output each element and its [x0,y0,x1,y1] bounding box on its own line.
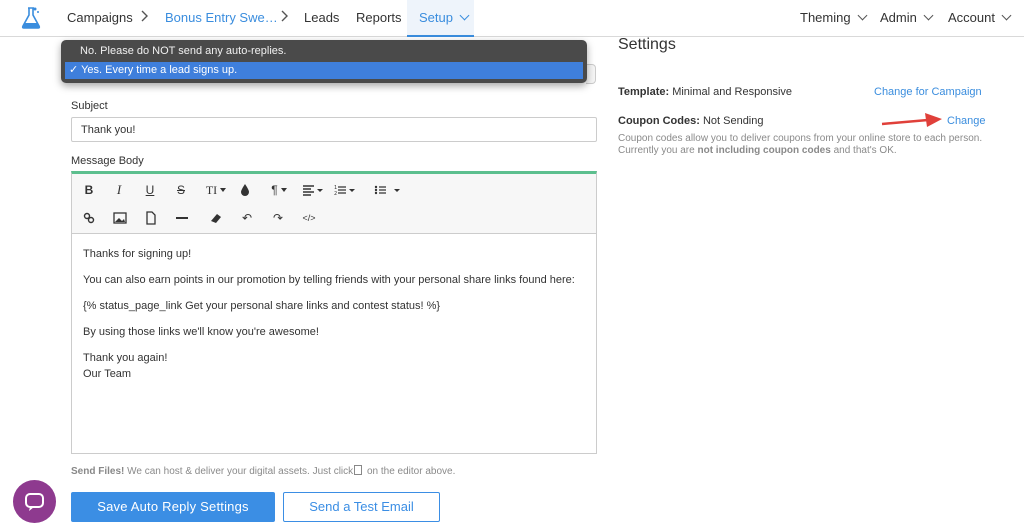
file-icon [354,465,363,475]
nav-theming[interactable]: Theming [800,10,868,25]
chevron-down-icon [1001,10,1012,21]
annotation-arrow-icon [881,113,942,127]
ordered-list-icon[interactable]: 12 [332,180,358,200]
coupon-value: Not Sending [699,115,764,127]
coupon-desc-bold: not including coupon codes [697,145,831,156]
change-coupon-link[interactable]: Change [947,115,986,127]
autoreply-dropdown-menu: No. Please do NOT send any auto-replies.… [61,40,587,83]
svg-text:2: 2 [334,191,337,197]
option-yes-autoreply[interactable]: ✓ Yes. Every time a lead signs up. [65,62,583,79]
send-files-hint: Send Files! We can host & deliver your d… [71,465,455,477]
chat-launcher-button[interactable] [13,480,56,523]
font-size-button[interactable]: TI [201,180,231,200]
chevron-right-icon [141,10,148,22]
nav-account[interactable]: Account [948,10,1012,25]
nav-campaigns[interactable]: Campaigns [67,10,133,25]
subject-input[interactable]: Thank you! [71,117,597,142]
eraser-icon[interactable] [205,208,227,228]
flask-logo-icon[interactable] [18,5,44,31]
send-test-email-button[interactable]: Send a Test Email [283,492,440,522]
nav-leads[interactable]: Leads [304,10,339,25]
option-no-label: No. Please do NOT send any auto-replies. [80,45,287,57]
editor-content[interactable]: Thanks for signing up! You can also earn… [83,246,583,382]
settings-title: Settings [618,36,676,53]
redo-button[interactable]: ↷ [267,208,289,228]
setup-label-text: Setup [419,10,453,25]
undo-button[interactable]: ↶ [236,208,258,228]
italic-button[interactable]: I [108,180,130,200]
tab-setup[interactable]: Setup [407,0,474,37]
body-line: You can also earn points in our promotio… [83,274,575,286]
save-autoreply-button[interactable]: Save Auto Reply Settings [71,492,275,522]
chevron-right-icon [281,10,288,22]
editor-toolbar: B I U S TI ¶ 12 ↶ ↷ </> [72,174,596,234]
body-line: By using those links we'll know you're a… [83,326,319,338]
message-body-label: Message Body [71,155,144,167]
template-info: Template: Minimal and Responsive [618,86,792,98]
autoreply-select[interactable] [586,64,596,84]
admin-label: Admin [880,10,917,25]
theming-label: Theming [800,10,851,25]
message-body-editor: B I U S TI ¶ 12 ↶ ↷ </> Thanks for signi… [71,171,597,454]
body-signoff-line: Our Team [83,368,132,380]
chevron-down-icon [857,10,868,21]
align-icon[interactable] [300,180,326,200]
nav-campaign-name[interactable]: Bonus Entry Swe… [165,10,278,25]
option-yes-label: Yes. Every time a lead signs up. [81,64,238,76]
link-icon[interactable] [78,208,100,228]
coupon-description: Coupon codes allow you to deliver coupon… [618,133,988,157]
code-view-button[interactable]: </> [298,208,320,228]
text-color-icon[interactable] [234,180,256,200]
paragraph-button[interactable]: ¶ [265,180,293,200]
subject-label: Subject [71,100,108,112]
horizontal-rule-icon[interactable] [171,208,193,228]
body-signoff-line: Thank you again! [83,352,168,364]
option-no-autoreply[interactable]: No. Please do NOT send any auto-replies. [65,43,583,60]
chevron-down-icon [923,10,934,21]
body-line: Thanks for signing up! [83,248,192,260]
chevron-down-icon [459,10,470,21]
nav-reports[interactable]: Reports [356,10,402,25]
file-icon[interactable] [140,208,162,228]
underline-button[interactable]: U [139,180,161,200]
checkmark-icon: ✓ [69,64,79,76]
template-label: Template: [618,86,670,98]
image-icon[interactable] [109,208,131,228]
send-files-text: We can host & deliver your digital asset… [124,466,354,477]
top-navigation: Campaigns Bonus Entry Swe… Leads Reports… [0,0,1024,37]
coupon-label: Coupon Codes: [618,115,700,127]
nav-setup-label: Setup [419,10,470,25]
coupon-desc-tail: and that's OK. [830,145,897,156]
send-files-bold: Send Files! [71,466,125,477]
template-value: Minimal and Responsive [669,86,793,98]
account-label: Account [948,10,995,25]
strikethrough-button[interactable]: S [170,180,192,200]
send-files-tail: on the editor above. [364,466,456,477]
chat-icon [25,493,44,511]
unordered-list-icon[interactable] [372,180,402,200]
change-template-link[interactable]: Change for Campaign [874,86,982,98]
bold-button[interactable]: B [78,180,100,200]
body-line: {% status_page_link Get your personal sh… [83,300,441,312]
coupon-info: Coupon Codes: Not Sending [618,115,764,127]
nav-admin[interactable]: Admin [880,10,934,25]
